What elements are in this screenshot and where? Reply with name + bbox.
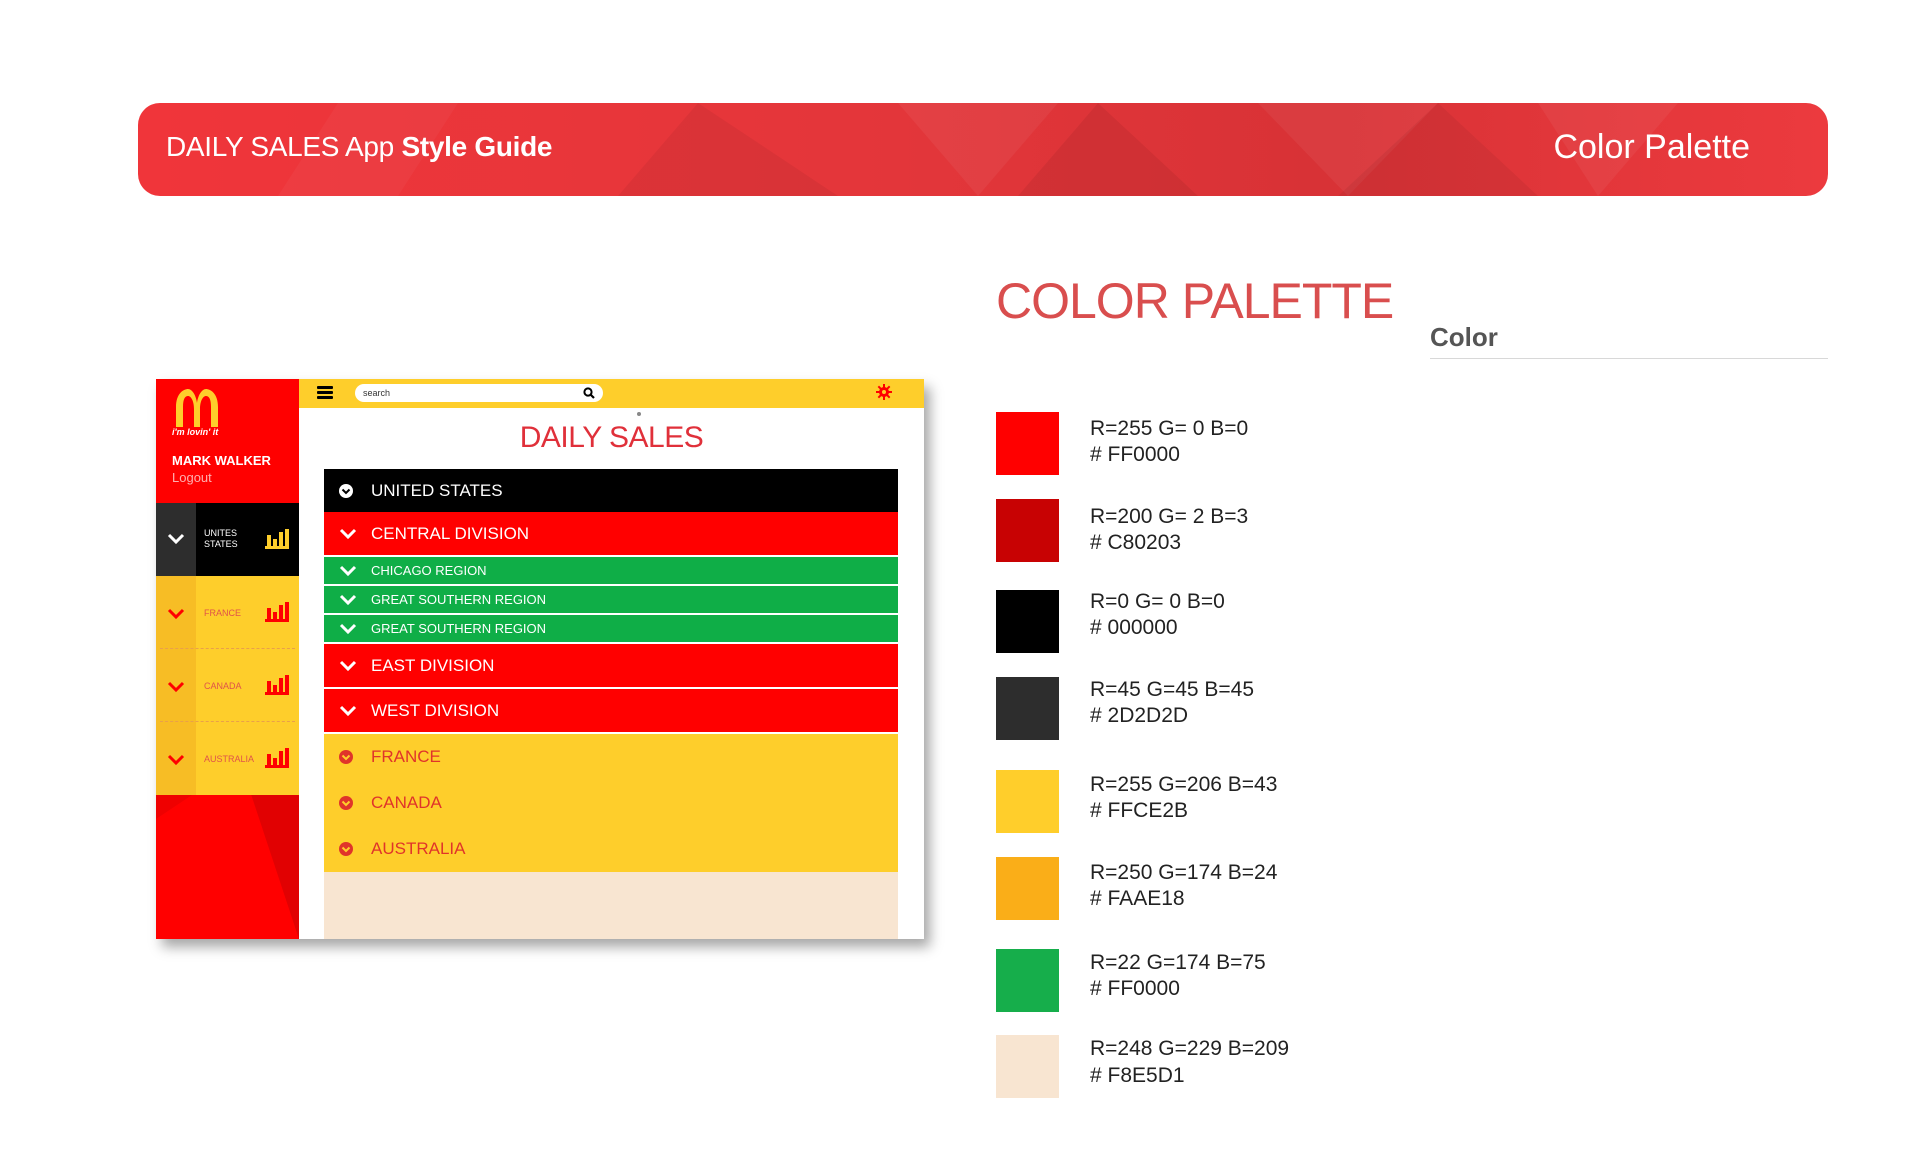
tagline: i'm lovin' it: [172, 427, 219, 437]
list-item-label: GREAT SOUTHERN REGION: [371, 621, 547, 636]
list-item-label: GREAT SOUTHERN REGION: [371, 592, 547, 607]
list-item-france[interactable]: FRANCE: [324, 742, 898, 772]
palette-heading: COLOR PALETTE: [996, 273, 1394, 329]
color-swatch: [996, 590, 1059, 653]
list-item-label: CANADA: [371, 793, 442, 812]
chevron-down-icon: [339, 660, 357, 671]
color-swatch: [996, 770, 1059, 833]
chevron-down-icon: [339, 594, 357, 605]
doc-name: Style Guide: [401, 131, 553, 162]
color-swatch: [996, 857, 1059, 920]
sidebar-item-label: UNITES STATES: [204, 528, 238, 549]
other-countries-list: FRANCE CANADA AUSTRALIA: [324, 734, 898, 872]
sidebar-item-label: AUSTRALIA: [204, 754, 255, 764]
chevron-circle-icon: [339, 750, 353, 764]
chevron-down-icon: [339, 528, 357, 539]
chevron-down-icon: [167, 533, 185, 545]
list-item-region[interactable]: CHICAGO REGION: [324, 557, 898, 586]
color-swatch: [996, 949, 1059, 1012]
gear-icon[interactable]: [876, 384, 892, 400]
sidebar-item-label: CANADA: [204, 681, 242, 691]
camera-dot: [637, 412, 641, 416]
empty-area: [324, 872, 898, 939]
swatch-rgb: R=200 G= 2 B=3: [1090, 505, 1249, 528]
list-item-canada[interactable]: CANADA: [324, 788, 898, 818]
sidebar: i'm lovin' it MARK WALKER Logout UNITES …: [156, 379, 299, 939]
swatch-rgb: R=0 G= 0 B=0: [1090, 590, 1225, 613]
sidebar-item-canada[interactable]: CANADA: [156, 649, 299, 722]
chevron-down-icon: [339, 565, 357, 576]
list-item-label: WEST DIVISION: [371, 700, 500, 720]
sidebar-item-france[interactable]: FRANCE: [156, 576, 299, 649]
search-box: [355, 384, 603, 402]
header-banner: DAILY SALES App Style Guide Color Palett…: [138, 103, 1828, 196]
list-item-label: UNITED STATES: [371, 480, 503, 500]
sales-list: UNITED STATES CENTRAL DIVISION CHICAGO R…: [324, 469, 898, 939]
swatch-rgb: R=45 G=45 B=45: [1090, 678, 1255, 701]
color-swatch: [996, 1035, 1059, 1098]
swatch-hex: # 000000: [1090, 616, 1178, 639]
app-title: DAILY SALES: [519, 421, 704, 454]
list-item-australia[interactable]: AUSTRALIA: [324, 834, 898, 864]
swatch-rgb: R=250 G=174 B=24: [1090, 861, 1278, 884]
list-item-label: CHICAGO REGION: [371, 563, 487, 578]
list-item-central-division[interactable]: CENTRAL DIVISION: [324, 512, 898, 557]
sidebar-decoration: [156, 779, 299, 939]
banner-title: DAILY SALES App Style Guide: [166, 131, 552, 163]
chevron-down-icon: [339, 623, 357, 634]
list-item-region[interactable]: GREAT SOUTHERN REGION: [324, 586, 898, 615]
chevron-circle-icon: [339, 796, 353, 810]
top-bar: [299, 379, 924, 408]
sidebar-item-united-states[interactable]: UNITES STATES: [156, 503, 299, 576]
search-input[interactable]: [363, 386, 583, 400]
divider: [1430, 358, 1828, 359]
list-item-region[interactable]: GREAT SOUTHERN REGION: [324, 615, 898, 644]
swatch-hex: # FF0000: [1090, 977, 1180, 1000]
swatch-hex: # FFCE2B: [1090, 799, 1189, 822]
color-column-label: Color: [1430, 322, 1498, 352]
user-name: MARK WALKER: [172, 453, 271, 468]
chevron-circle-icon: [339, 483, 353, 498]
swatch-rgb: R=22 G=174 B=75: [1090, 951, 1266, 974]
app-mockup: i'm lovin' it MARK WALKER Logout UNITES …: [156, 379, 924, 939]
list-item-united-states[interactable]: UNITED STATES: [324, 469, 898, 512]
swatch-hex: # FF0000: [1090, 443, 1180, 466]
chevron-down-icon: [339, 705, 357, 716]
chevron-down-icon: [167, 754, 185, 766]
list-item-label: AUSTRALIA: [371, 839, 466, 858]
bar-chart-icon: [265, 748, 289, 768]
list-item-label: EAST DIVISION: [371, 655, 495, 675]
swatch-rgb: R=255 G= 0 B=0: [1090, 417, 1249, 440]
list-item-west-division[interactable]: WEST DIVISION: [324, 689, 898, 734]
swatch-hex: # F8E5D1: [1090, 1064, 1185, 1087]
chevron-down-icon: [167, 681, 185, 693]
list-item-label: CENTRAL DIVISION: [371, 523, 530, 543]
swatch-hex: # 2D2D2D: [1090, 704, 1189, 727]
swatch-hex: # C80203: [1090, 531, 1182, 554]
search-icon[interactable]: [583, 387, 595, 399]
app-name: DAILY SALES App: [166, 131, 394, 162]
chevron-circle-icon: [339, 842, 353, 856]
list-item-label: FRANCE: [371, 747, 441, 766]
hamburger-menu-icon[interactable]: [317, 386, 333, 400]
color-swatch: [996, 499, 1059, 562]
bar-chart-icon: [265, 602, 289, 622]
swatch-rgb: R=255 G=206 B=43: [1090, 773, 1278, 796]
color-swatch: [996, 677, 1059, 740]
list-item-east-division[interactable]: EAST DIVISION: [324, 644, 898, 689]
section-title: Color Palette: [1553, 128, 1750, 166]
color-swatch: [996, 412, 1059, 475]
bar-chart-icon: [265, 675, 289, 695]
golden-arches-logo: [176, 389, 218, 427]
bar-chart-icon: [265, 529, 289, 549]
logout-link[interactable]: Logout: [172, 470, 212, 485]
swatch-hex: # FAAE18: [1090, 887, 1185, 910]
chevron-down-icon: [167, 608, 185, 620]
sidebar-item-australia[interactable]: AUSTRALIA: [156, 722, 299, 795]
swatch-rgb: R=248 G=229 B=209: [1090, 1037, 1290, 1060]
sidebar-item-label: FRANCE: [204, 608, 242, 618]
